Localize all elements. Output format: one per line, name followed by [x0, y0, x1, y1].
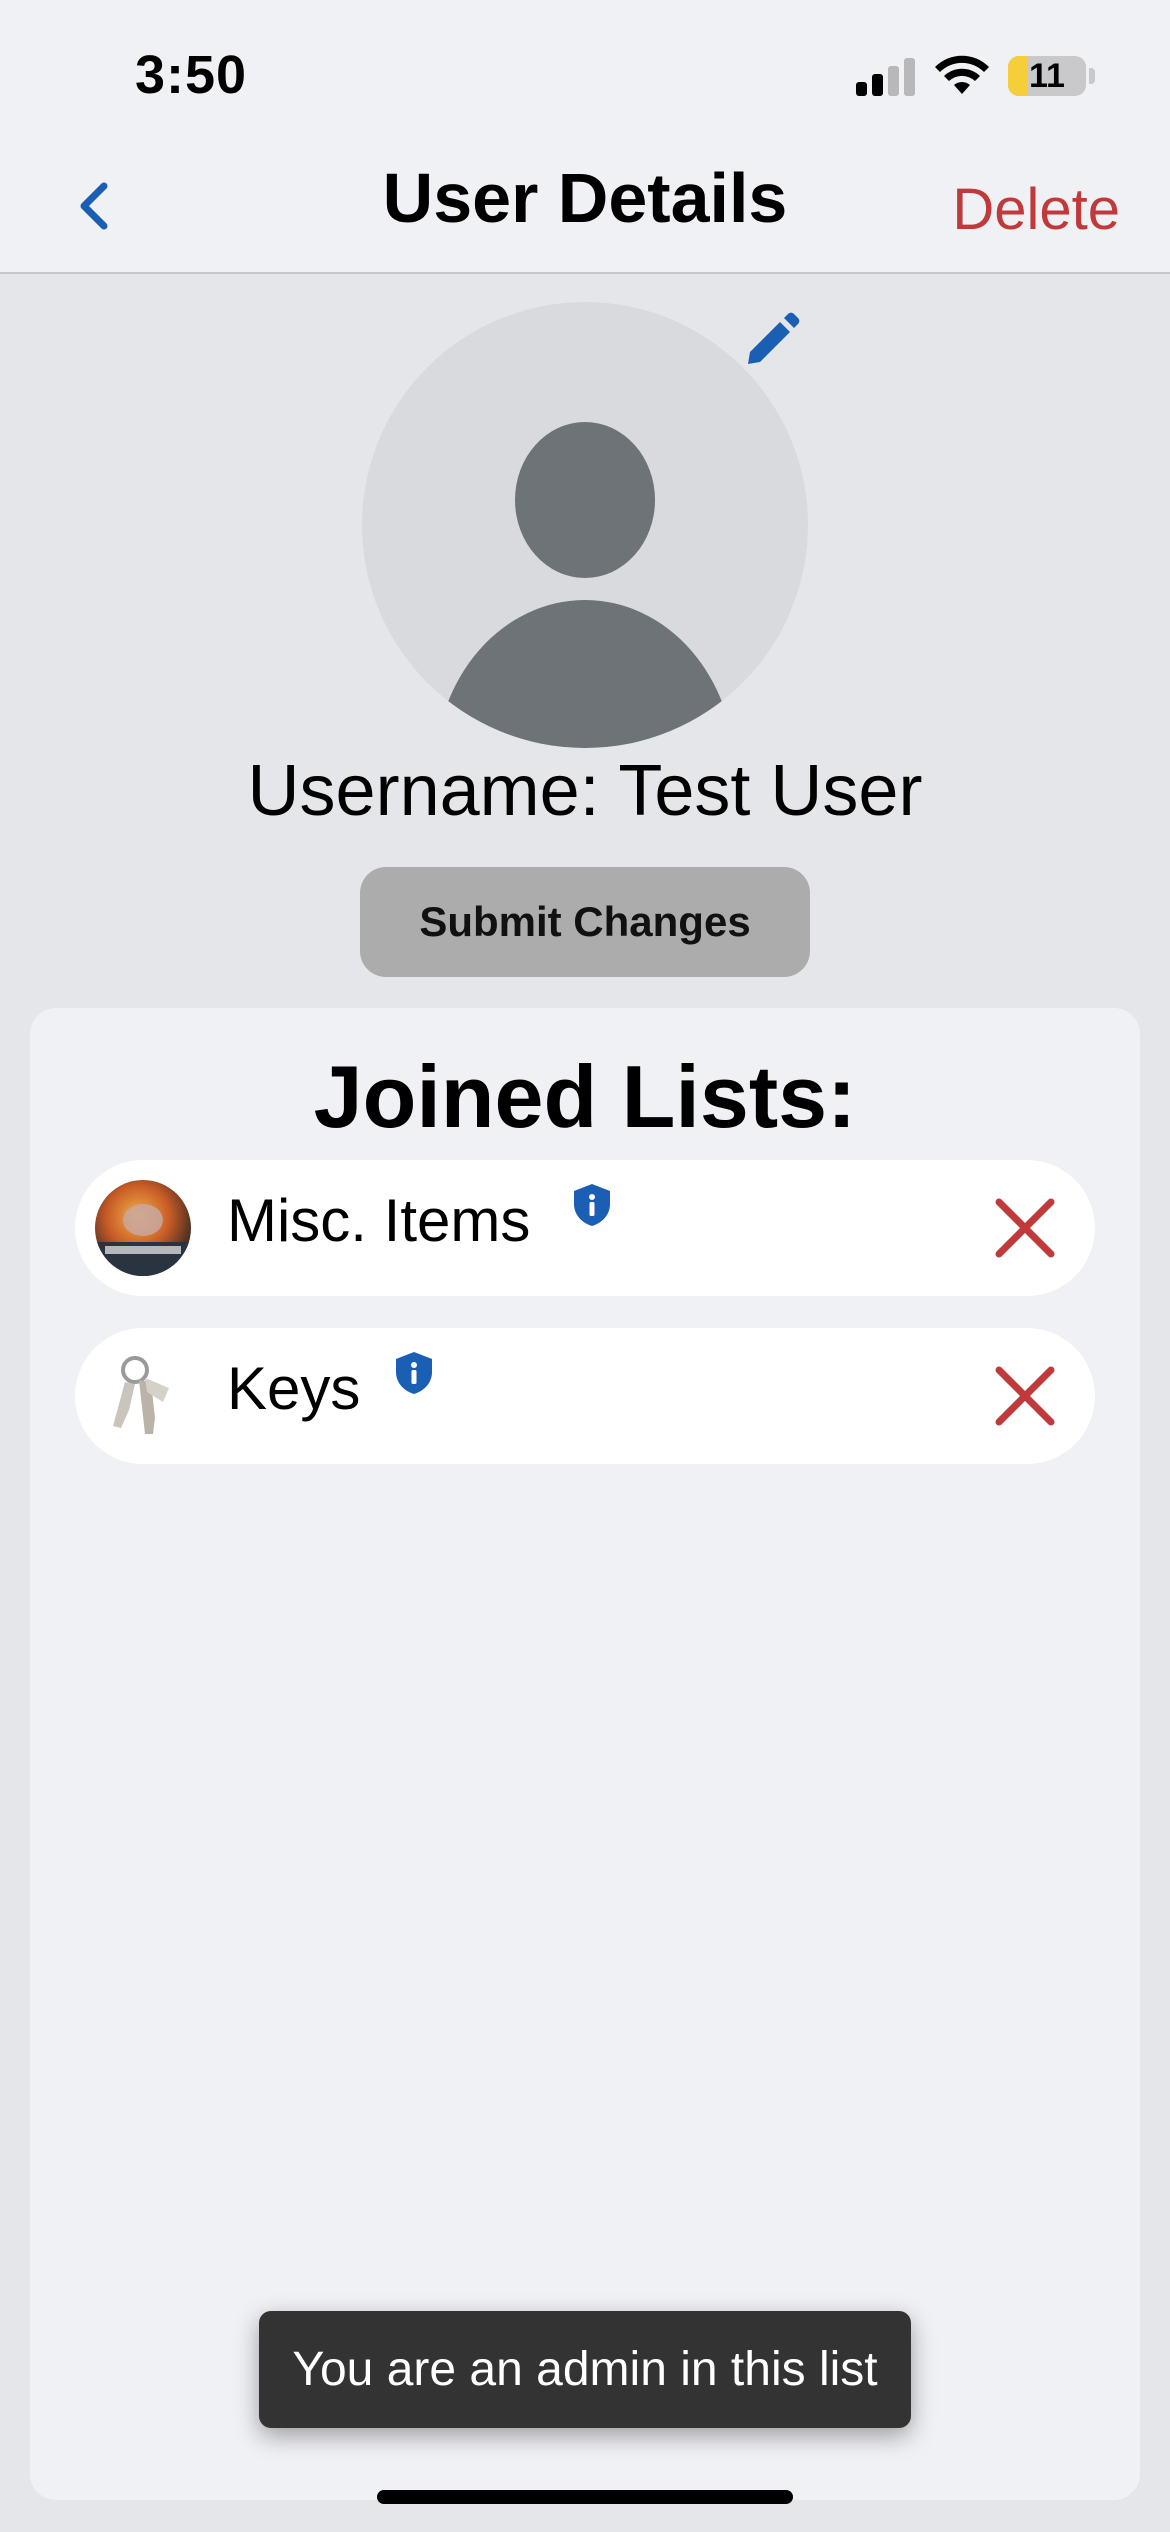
- remove-list-button[interactable]: [993, 1364, 1057, 1428]
- close-icon: [995, 1366, 1055, 1426]
- shield-info-icon[interactable]: [393, 1350, 435, 1396]
- shield-info-icon[interactable]: [571, 1182, 613, 1228]
- joined-lists-panel: Joined Lists: Misc. Items Keys: [30, 1008, 1140, 2500]
- battery-icon: 11: [1008, 56, 1086, 96]
- cellular-signal-icon: [856, 58, 918, 96]
- status-bar: 3:50 11: [0, 0, 1170, 140]
- username-label: Username: Test User: [247, 751, 923, 831]
- battery-tip: [1089, 68, 1095, 84]
- battery-percentage: 11: [1029, 57, 1065, 95]
- admin-toast: You are an admin in this list: [259, 2311, 911, 2428]
- edit-avatar-button[interactable]: [738, 310, 802, 374]
- navigation-bar: User Details Delete: [0, 140, 1170, 274]
- pencil-icon: [748, 312, 800, 364]
- status-time: 3:50: [135, 45, 248, 105]
- list-thumbnail: [95, 1348, 191, 1444]
- close-icon: [995, 1198, 1055, 1258]
- list-item-misc-items[interactable]: Misc. Items: [75, 1160, 1095, 1296]
- list-name: Keys: [227, 1355, 361, 1422]
- wifi-icon: [935, 55, 989, 94]
- remove-list-button[interactable]: [993, 1196, 1057, 1260]
- joined-lists-title: Joined Lists:: [313, 1047, 857, 1146]
- home-indicator[interactable]: [377, 2490, 793, 2504]
- list-item-keys[interactable]: Keys: [75, 1328, 1095, 1464]
- submit-changes-button[interactable]: Submit Changes: [360, 867, 810, 977]
- list-name: Misc. Items: [227, 1187, 531, 1254]
- delete-button[interactable]: Delete: [952, 176, 1120, 243]
- list-thumbnail: [95, 1180, 191, 1276]
